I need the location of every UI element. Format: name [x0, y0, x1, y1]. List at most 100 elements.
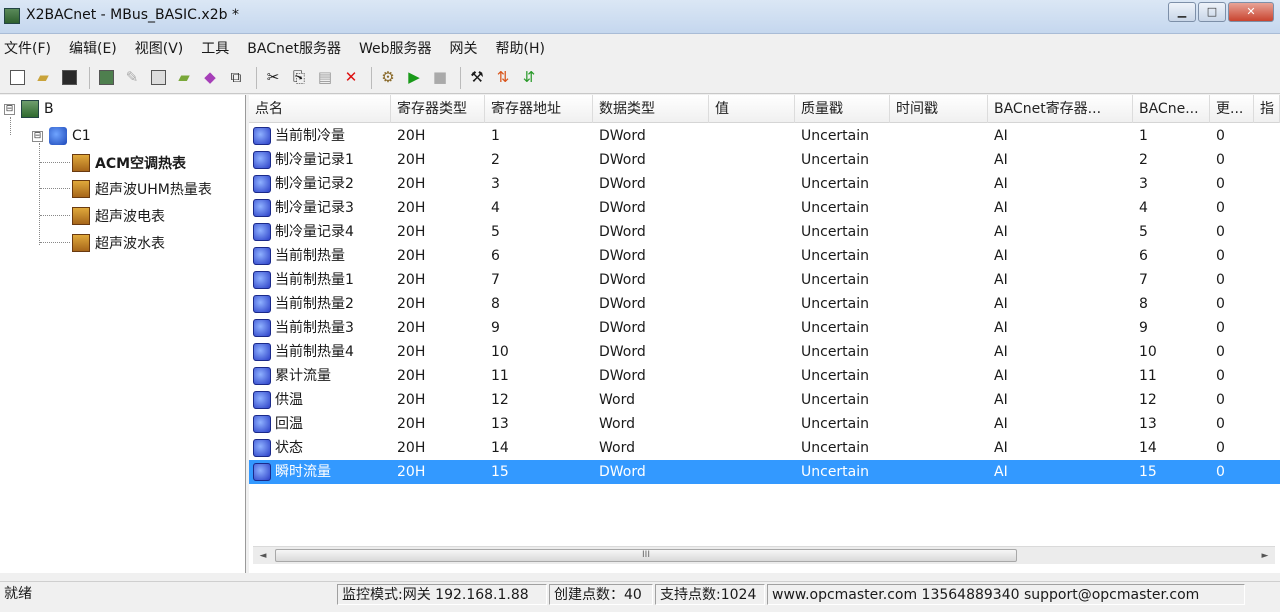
cell-value [709, 340, 795, 364]
column-header[interactable]: 点名 [249, 95, 391, 123]
table-row[interactable]: 状态 20H 14 Word Uncertain AI 14 0 [249, 436, 1280, 460]
table-row[interactable]: 瞬时流量 20H 15 DWord Uncertain AI 15 0 [249, 460, 1280, 484]
point-name-text: 当前制热量3 [275, 320, 354, 336]
tool-icon[interactable]: ⚙ [377, 67, 399, 89]
cell-value [709, 436, 795, 460]
pin-icon[interactable]: ✎ [121, 67, 143, 89]
table-row[interactable]: 当前制热量4 20H 10 DWord Uncertain AI 10 0 [249, 340, 1280, 364]
delete-icon[interactable]: ✕ [340, 67, 362, 89]
menu-bacnet-server[interactable]: BACnet服务器 [247, 38, 341, 58]
toolbar-separator [371, 66, 372, 89]
tree-node-water[interactable]: 超声波水表 [72, 233, 165, 253]
scroll-thumb[interactable]: III [275, 549, 1017, 562]
cut-icon[interactable]: ✂ [262, 67, 284, 89]
menu-edit[interactable]: 编辑(E) [69, 38, 117, 58]
hammer-icon[interactable]: ⚒ [466, 67, 488, 89]
folder-icon[interactable]: ▰ [173, 67, 195, 89]
cell-bacnet-instance: 5 [1139, 224, 1148, 240]
cell-register-type: 20H [397, 368, 426, 384]
table-row[interactable]: 当前制热量1 20H 7 DWord Uncertain AI 7 0 [249, 268, 1280, 292]
table-row[interactable]: 累计流量 20H 11 DWord Uncertain AI 11 0 [249, 364, 1280, 388]
cell-quality: Uncertain [801, 224, 870, 240]
cell-bacnet-instance: 7 [1139, 272, 1148, 288]
column-header[interactable]: 值 [709, 95, 795, 123]
table-row[interactable]: 当前制热量2 20H 8 DWord Uncertain AI 8 0 [249, 292, 1280, 316]
menu-gateway[interactable]: 网关 [450, 38, 478, 58]
cell-register-address: 9 [491, 320, 500, 336]
column-header[interactable]: 寄存器地址 [485, 95, 593, 123]
column-header[interactable]: 数据类型 [593, 95, 709, 123]
column-header[interactable]: 更... [1210, 95, 1254, 123]
cell-update: 0 [1216, 464, 1225, 480]
device-tree: ⊟ B ⊟ C1 ACM空调热表 超声波UHM热量表 超声波电表 超声波水表 [0, 95, 246, 573]
point-name-text: 瞬时流量 [275, 464, 331, 480]
cell-register-address: 8 [491, 296, 500, 312]
scroll-right-icon[interactable]: ► [1257, 548, 1273, 564]
table-row[interactable]: 当前制热量3 20H 9 DWord Uncertain AI 9 0 [249, 316, 1280, 340]
column-header[interactable]: BACne... [1133, 95, 1210, 123]
close-button[interactable]: ✕ [1228, 2, 1274, 22]
cell-data-type: Word [599, 440, 635, 456]
column-header[interactable]: 时间戳 [890, 95, 988, 123]
maximize-button[interactable]: □ [1198, 2, 1226, 22]
cell-update: 0 [1216, 320, 1225, 336]
cell-value [709, 412, 795, 436]
collapse-icon[interactable]: ⊟ [32, 130, 43, 142]
menu-file[interactable]: 文件(F) [4, 38, 51, 58]
cell-timestamp [890, 220, 988, 244]
menu-tools[interactable]: 工具 [201, 38, 229, 58]
table-row[interactable]: 制冷量记录2 20H 3 DWord Uncertain AI 3 0 [249, 172, 1280, 196]
collapse-icon[interactable]: ⊟ [4, 103, 15, 115]
export-icon[interactable]: ⧉ [225, 67, 247, 89]
scroll-left-icon[interactable]: ◄ [255, 548, 271, 564]
cube-icon[interactable]: ◆ [199, 67, 221, 89]
tree-node-c1[interactable]: ⊟ C1 [32, 127, 91, 145]
device-icon[interactable] [95, 67, 117, 89]
tree-node-root[interactable]: ⊟ B [4, 100, 54, 118]
menu-view[interactable]: 视图(V) [135, 38, 184, 58]
tree-node-electric[interactable]: 超声波电表 [72, 206, 165, 226]
cell-register-type: 20H [397, 248, 426, 264]
table-row[interactable]: 当前制冷量 20H 1 DWord Uncertain AI 1 0 [249, 124, 1280, 148]
window-title: X2BACnet - MBus_BASIC.x2b * [26, 7, 239, 23]
cell-bacnet-instance: 10 [1139, 344, 1157, 360]
menu-web-server[interactable]: Web服务器 [359, 38, 432, 58]
open-icon[interactable]: ▰ [32, 67, 54, 89]
table-row[interactable]: 制冷量记录1 20H 2 DWord Uncertain AI 2 0 [249, 148, 1280, 172]
cell-data-type: Word [599, 416, 635, 432]
tree-node-uhm[interactable]: 超声波UHM热量表 [72, 179, 212, 199]
point-icon [253, 175, 271, 193]
play-icon[interactable]: ▶ [403, 67, 425, 89]
column-header[interactable]: 质量戳 [795, 95, 890, 123]
cell-quality: Uncertain [801, 296, 870, 312]
horizontal-scrollbar[interactable]: ◄ III ► [253, 546, 1275, 564]
sync-icon[interactable]: ⇵ [518, 67, 540, 89]
minimize-button[interactable]: ▁ [1168, 2, 1196, 22]
save-icon[interactable] [58, 67, 80, 89]
table-row[interactable]: 制冷量记录4 20H 5 DWord Uncertain AI 5 0 [249, 220, 1280, 244]
copy-icon[interactable]: ⎘ [288, 67, 310, 89]
doc-icon[interactable] [147, 67, 169, 89]
paste-icon[interactable]: ▤ [314, 67, 336, 89]
cell-bacnet-instance: 13 [1139, 416, 1157, 432]
table-row[interactable]: 当前制热量 20H 6 DWord Uncertain AI 6 0 [249, 244, 1280, 268]
cell-register-type: 20H [397, 296, 426, 312]
new-icon[interactable] [6, 67, 28, 89]
tree-node-acm[interactable]: ACM空调热表 [72, 153, 186, 173]
cell-register-type: 20H [397, 440, 426, 456]
channel-icon [49, 127, 67, 145]
column-header[interactable]: 指 [1254, 95, 1280, 123]
table-row[interactable]: 供温 20H 12 Word Uncertain AI 12 0 [249, 388, 1280, 412]
stop-icon[interactable]: ■ [429, 67, 451, 89]
cell-point-name: 制冷量记录4 [249, 220, 391, 244]
table-row[interactable]: 回温 20H 13 Word Uncertain AI 13 0 [249, 412, 1280, 436]
menu-help[interactable]: 帮助(H) [496, 38, 545, 58]
transfer-icon[interactable]: ⇅ [492, 67, 514, 89]
cell-register-type: 20H [397, 272, 426, 288]
cell-point-name: 当前制冷量 [249, 124, 391, 148]
cell-value [709, 388, 795, 412]
cell-bacnet-register: AI [994, 224, 1008, 240]
column-header[interactable]: BACnet寄存器... [988, 95, 1133, 123]
table-row[interactable]: 制冷量记录3 20H 4 DWord Uncertain AI 4 0 [249, 196, 1280, 220]
column-header[interactable]: 寄存器类型 [391, 95, 485, 123]
